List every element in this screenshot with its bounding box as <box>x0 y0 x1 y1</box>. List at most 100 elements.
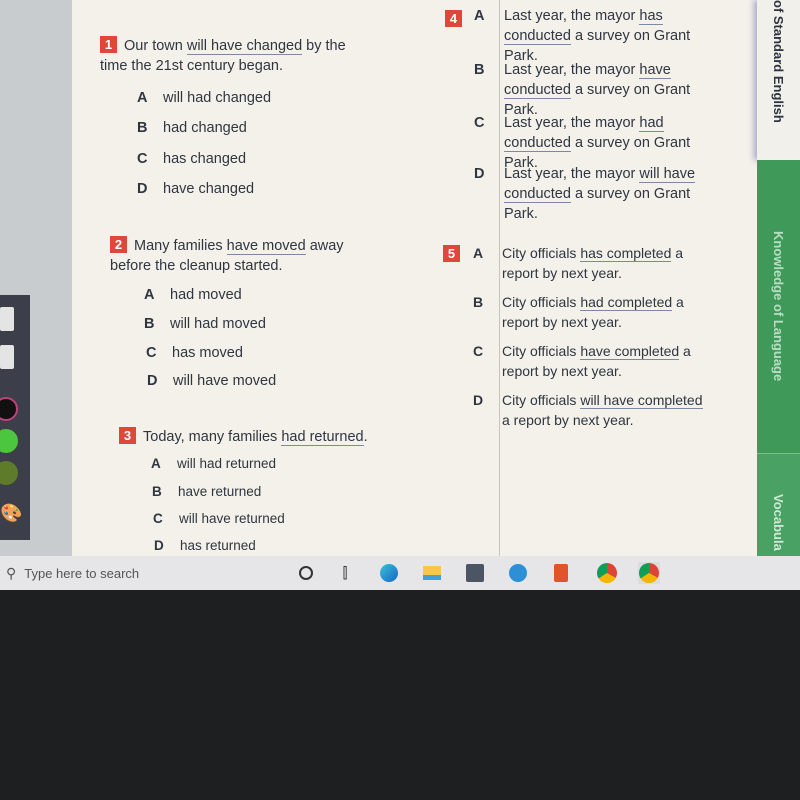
option-text: City officials <box>502 392 581 408</box>
question-1: 1 Our town will have changed by the time … <box>100 36 370 76</box>
tab-vocabulary[interactable]: Vocabula <box>757 453 800 556</box>
option-4a[interactable]: A Last year, the mayor has conducted a su… <box>474 6 724 66</box>
option-letter: A <box>137 90 148 106</box>
option-letter: C <box>473 343 484 359</box>
option-text: will have returned <box>179 511 285 526</box>
option-text: will had moved <box>170 316 266 332</box>
option-text: City officials <box>502 294 581 310</box>
worksheet-page: 1 Our town will have changed by the time … <box>72 0 757 556</box>
chrome-profile-icon[interactable] <box>638 562 660 584</box>
option-letter: A <box>474 8 485 24</box>
question-number: 5 <box>443 245 460 262</box>
question-2: 2 Many families have moved away before th… <box>110 236 380 276</box>
option-5c[interactable]: C City officials have completed a report … <box>473 341 703 381</box>
green-pen-swatch[interactable] <box>0 429 18 453</box>
option-3d[interactable]: Dhas returned <box>154 536 256 556</box>
prompt-text: Our town <box>124 38 187 54</box>
underlined-phrase: will have completed <box>580 392 703 409</box>
option-text: City officials <box>502 343 581 359</box>
cortana-icon[interactable] <box>295 562 317 584</box>
option-letter: B <box>473 294 484 310</box>
option-2b[interactable]: Bwill had moved <box>144 314 266 334</box>
option-1d[interactable]: Dhave changed <box>137 179 254 199</box>
underlined-phrase: has completed <box>580 245 672 262</box>
tab-knowledge-of-language[interactable]: Knowledge of Language <box>757 160 800 453</box>
option-5a[interactable]: A City officials has completed a report b… <box>473 243 703 283</box>
taskbar: ⚲ Type here to search ⫿ <box>0 556 800 590</box>
option-letter: D <box>137 181 148 197</box>
question-number: 4 <box>445 10 462 27</box>
option-letter: A <box>473 245 484 261</box>
question-number: 2 <box>110 236 127 253</box>
option-text: had moved <box>170 287 242 303</box>
file-explorer-icon[interactable] <box>421 562 443 584</box>
option-letter: D <box>473 392 484 408</box>
dropdown-icon[interactable] <box>0 307 14 331</box>
black-pen-swatch[interactable] <box>0 397 18 421</box>
office-icon[interactable] <box>550 562 572 584</box>
option-text: Last year, the mayor <box>504 8 640 24</box>
option-2a[interactable]: Ahad moved <box>144 285 242 305</box>
prompt-text: . <box>363 429 368 445</box>
search-placeholder: Type here to search <box>24 565 140 581</box>
square-icon[interactable] <box>0 345 14 369</box>
tool-app-icon[interactable] <box>507 562 529 584</box>
option-letter: B <box>474 62 485 78</box>
palette-icon[interactable]: 🎨 <box>0 503 22 524</box>
prompt-text: Many families <box>134 238 227 254</box>
option-4d[interactable]: D Last year, the mayor will have conducte… <box>474 164 724 224</box>
olive-pen-swatch[interactable] <box>0 461 18 485</box>
underlined-phrase: will have changed <box>186 38 303 55</box>
option-5d[interactable]: D City officials will have completed a re… <box>473 390 703 430</box>
option-letter: D <box>154 538 164 553</box>
option-2c[interactable]: Chas moved <box>146 343 243 363</box>
option-text: has changed <box>163 151 247 167</box>
option-1c[interactable]: Chas changed <box>137 149 246 169</box>
taskbar-search[interactable]: ⚲ Type here to search <box>0 556 280 590</box>
option-text: will had returned <box>177 456 277 471</box>
option-text: City officials <box>502 245 581 261</box>
option-letter: C <box>153 511 163 526</box>
underlined-phrase: had completed <box>580 294 673 311</box>
option-3a[interactable]: Awill had returned <box>151 454 276 474</box>
option-text: have returned <box>178 484 262 499</box>
tab-label: Vocabula <box>771 494 786 551</box>
desktop-left-strip: 🎨 <box>0 0 72 556</box>
option-2d[interactable]: Dwill have moved <box>147 371 276 391</box>
option-letter: B <box>137 120 148 136</box>
option-letter: D <box>474 166 485 182</box>
option-5b[interactable]: B City officials had completed a report b… <box>473 292 703 332</box>
task-view-icon[interactable]: ⫿ <box>334 562 356 584</box>
option-text: Last year, the mayor <box>504 62 640 78</box>
option-letter: C <box>474 115 485 131</box>
underlined-phrase: have completed <box>580 343 680 360</box>
option-text: has returned <box>180 538 256 553</box>
edge-icon[interactable] <box>378 562 400 584</box>
option-3b[interactable]: Bhave returned <box>152 482 261 502</box>
option-letter: B <box>152 484 162 499</box>
question-3: 3 Today, many families had returned. <box>119 427 399 447</box>
tab-label: Knowledge of Language <box>771 231 786 382</box>
option-3c[interactable]: Cwill have returned <box>153 509 285 529</box>
option-letter: D <box>147 373 158 389</box>
option-text: had changed <box>163 120 247 136</box>
option-1b[interactable]: Bhad changed <box>137 118 247 138</box>
search-icon: ⚲ <box>6 564 17 581</box>
underlined-phrase: had returned <box>281 429 364 446</box>
store-icon[interactable] <box>464 562 486 584</box>
option-text: has moved <box>172 345 243 361</box>
option-letter: C <box>146 345 157 361</box>
screen: 🎨 1 Our town will have changed by the tim… <box>0 0 800 556</box>
option-letter: A <box>151 456 161 471</box>
pen-toolbar: 🎨 <box>0 295 30 540</box>
question-number: 3 <box>119 427 136 444</box>
tab-conventions-of-standard-english[interactable]: of Standard English <box>757 0 800 160</box>
option-text: have changed <box>163 181 255 197</box>
option-1a[interactable]: Awill had changed <box>137 88 271 108</box>
option-letter: B <box>144 316 155 332</box>
chrome-icon[interactable] <box>596 562 618 584</box>
option-text: a report by next year. <box>502 412 634 428</box>
option-text: will have moved <box>173 373 277 389</box>
option-text: Last year, the mayor <box>504 115 640 131</box>
option-4b[interactable]: B Last year, the mayor have conducted a s… <box>474 60 724 120</box>
